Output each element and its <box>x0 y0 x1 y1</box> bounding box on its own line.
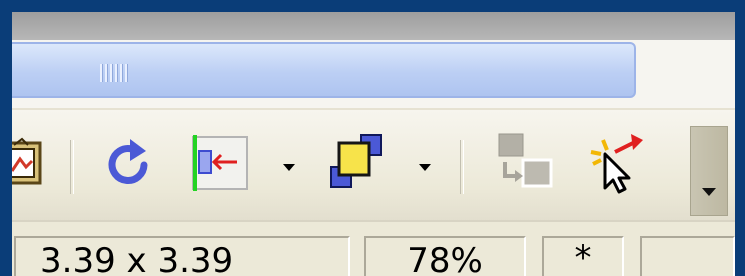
status-extra-pane <box>640 236 735 276</box>
window-frame-top <box>0 0 745 12</box>
status-modified-indicator: * <box>574 238 592 276</box>
crop-dropdown-arrow[interactable] <box>282 162 296 172</box>
status-size-text: 3.39 x 3.39 <box>40 241 234 276</box>
window-frame-left <box>0 0 12 276</box>
rotate-button[interactable] <box>100 130 160 200</box>
drawing-toolbar <box>12 108 735 222</box>
chevron-down-icon <box>701 182 717 201</box>
status-bar: 3.39 x 3.39 78% * <box>12 220 735 276</box>
pointer-select-icon <box>583 130 653 200</box>
toolbar-separator <box>460 140 464 194</box>
arrange-objects-icon <box>325 131 389 199</box>
ungroup-objects-button[interactable] <box>494 130 560 200</box>
status-modified-pane: * <box>542 236 624 276</box>
toolbar-separator <box>70 140 74 194</box>
horizontal-scrollbar-thumb[interactable] <box>12 42 636 98</box>
rotate-icon <box>102 135 158 195</box>
title-strip <box>12 12 735 40</box>
chevron-down-icon <box>282 158 296 177</box>
window-frame-right <box>735 0 745 276</box>
toolbar-overflow-button[interactable] <box>690 126 728 216</box>
app-window: 3.39 x 3.39 78% * <box>12 12 735 276</box>
ungroup-objects-icon <box>495 132 559 198</box>
pointer-select-button[interactable] <box>582 130 654 200</box>
status-zoom-text: 78% <box>407 241 483 276</box>
scrollbar-grip-icon <box>100 64 132 82</box>
status-size-pane: 3.39 x 3.39 <box>14 236 350 276</box>
status-zoom-pane: 78% <box>364 236 526 276</box>
image-frame-button[interactable] <box>12 130 46 200</box>
image-frame-icon <box>12 137 46 193</box>
horizontal-scroll-area <box>12 40 735 108</box>
arrange-objects-button[interactable] <box>324 130 390 200</box>
arrange-dropdown-arrow[interactable] <box>418 162 432 172</box>
crop-to-margin-icon <box>189 133 253 197</box>
chevron-down-icon <box>418 158 432 177</box>
crop-to-margin-button[interactable] <box>188 130 254 200</box>
